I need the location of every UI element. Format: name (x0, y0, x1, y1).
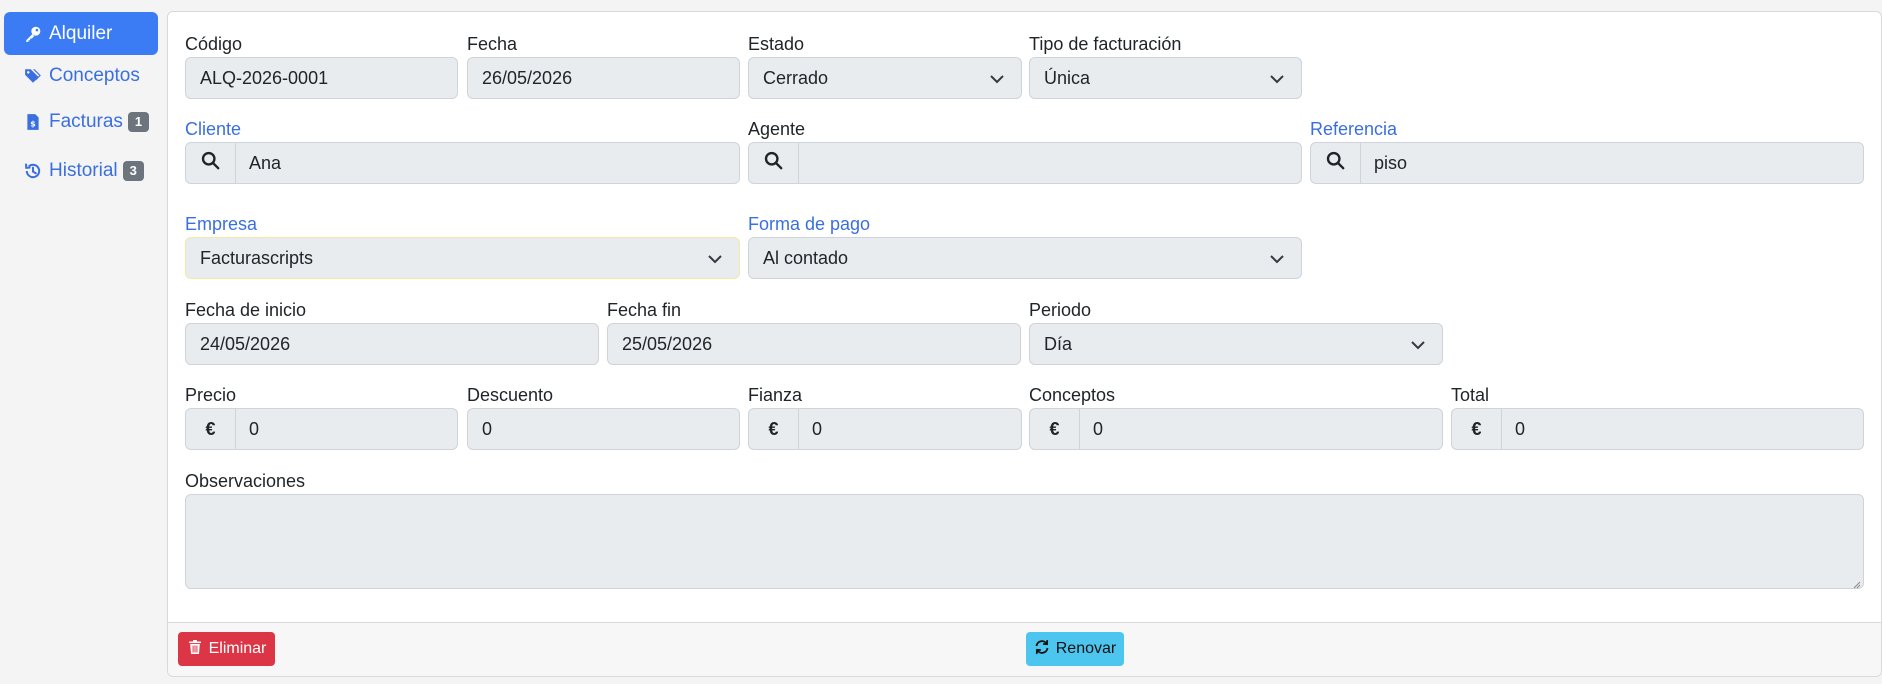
euro-icon: € (185, 408, 235, 450)
tipo-facturacion-select[interactable]: Única (1029, 57, 1302, 99)
total-input[interactable]: 0 (1501, 408, 1864, 450)
euro-icon: € (1029, 408, 1079, 450)
precio-input[interactable]: 0 (235, 408, 458, 450)
sidebar-item-label: Conceptos (49, 65, 140, 86)
precio-label: Precio (185, 385, 237, 405)
sidebar: Alquiler Conceptos $ Facturas 1 Historia… (0, 0, 165, 684)
periodo-label: Periodo (1029, 300, 1092, 320)
fianza-label: Fianza (748, 385, 803, 405)
search-icon (764, 151, 783, 175)
delete-button-label: Eliminar (208, 640, 267, 657)
rental-form-card: Código ALQ-2026-0001 Fecha 26/05/2026 Es… (167, 11, 1882, 677)
search-icon (1326, 151, 1345, 175)
referencia-search-button[interactable] (1310, 142, 1360, 184)
renew-button[interactable]: Renovar (1026, 632, 1124, 666)
chevron-down-icon (707, 251, 723, 267)
periodo-select[interactable]: Día (1029, 323, 1443, 365)
agente-input-group (748, 142, 1302, 184)
chevron-down-icon (1269, 251, 1285, 267)
sidebar-item-label: Facturas (49, 111, 123, 132)
key-icon (22, 23, 44, 45)
sidebar-item-conceptos[interactable]: Conceptos (4, 55, 158, 97)
delete-button[interactable]: Eliminar (178, 632, 275, 666)
total-label: Total (1451, 385, 1490, 405)
agente-search-button[interactable] (748, 142, 798, 184)
fecha-fin-input[interactable]: 25/05/2026 (607, 323, 1021, 365)
referencia-input[interactable]: piso (1360, 142, 1864, 184)
cliente-input-group: Ana (185, 142, 740, 184)
fecha-label: Fecha (467, 34, 518, 54)
empresa-select[interactable]: Facturascripts (185, 237, 740, 279)
renew-button-label: Renovar (1055, 640, 1117, 657)
fianza-input-group: € 0 (748, 408, 1022, 450)
total-input-group: € 0 (1451, 408, 1864, 450)
tipo-facturacion-value: Única (1044, 67, 1091, 88)
fecha-inicio-input[interactable]: 24/05/2026 (185, 323, 599, 365)
conceptos-label: Conceptos (1029, 385, 1116, 405)
estado-value: Cerrado (763, 67, 829, 88)
invoice-icon: $ (22, 111, 44, 133)
codigo-input[interactable]: ALQ-2026-0001 (185, 57, 458, 99)
codigo-label: Código (185, 34, 243, 54)
descuento-label: Descuento (467, 385, 554, 405)
chevron-down-icon (989, 71, 1005, 87)
fecha-inicio-label: Fecha de inicio (185, 300, 307, 320)
agente-input[interactable] (798, 142, 1302, 184)
fecha-fin-label: Fecha fin (607, 300, 682, 320)
observaciones-textarea[interactable] (185, 494, 1864, 589)
chevron-down-icon (1269, 71, 1285, 87)
periodo-value: Día (1044, 333, 1073, 354)
sidebar-item-label: Historial (49, 160, 118, 181)
form-footer: Eliminar Renovar (168, 622, 1881, 676)
tags-icon (22, 65, 44, 87)
cliente-search-button[interactable] (185, 142, 235, 184)
forma-pago-label[interactable]: Forma de pago (748, 214, 870, 235)
empresa-label[interactable]: Empresa (185, 214, 257, 235)
referencia-label[interactable]: Referencia (1310, 119, 1397, 140)
estado-label: Estado (748, 34, 805, 54)
euro-icon: € (748, 408, 798, 450)
agente-label: Agente (748, 119, 806, 139)
fecha-input[interactable]: 26/05/2026 (467, 57, 740, 99)
svg-text:$: $ (30, 120, 35, 129)
history-icon (22, 160, 44, 182)
cliente-label[interactable]: Cliente (185, 119, 241, 140)
resize-grip-icon[interactable] (1851, 576, 1861, 589)
descuento-input[interactable]: 0 (467, 408, 740, 450)
conceptos-input[interactable]: 0 (1079, 408, 1443, 450)
facturas-count-badge: 1 (127, 112, 150, 132)
conceptos-input-group: € 0 (1029, 408, 1443, 450)
forma-pago-select[interactable]: Al contado (748, 237, 1302, 279)
search-icon (201, 151, 220, 175)
estado-select[interactable]: Cerrado (748, 57, 1022, 99)
chevron-down-icon (1410, 337, 1426, 353)
cliente-input[interactable]: Ana (235, 142, 740, 184)
precio-input-group: € 0 (185, 408, 458, 450)
referencia-input-group: piso (1310, 142, 1864, 184)
sidebar-item-facturas[interactable]: $ Facturas 1 (4, 101, 158, 143)
forma-pago-value: Al contado (763, 247, 849, 268)
sidebar-item-historial[interactable]: Historial 3 (4, 150, 158, 192)
refresh-icon (1034, 639, 1056, 660)
sidebar-item-label: Alquiler (49, 22, 113, 44)
fianza-input[interactable]: 0 (798, 408, 1022, 450)
sidebar-item-alquiler[interactable]: Alquiler (4, 12, 158, 55)
trash-icon (187, 639, 209, 660)
tipo-facturacion-label: Tipo de facturación (1029, 34, 1182, 54)
historial-count-badge: 3 (122, 161, 144, 181)
observaciones-label: Observaciones (185, 471, 306, 491)
empresa-value: Facturascripts (200, 247, 314, 268)
euro-icon: € (1451, 408, 1501, 450)
